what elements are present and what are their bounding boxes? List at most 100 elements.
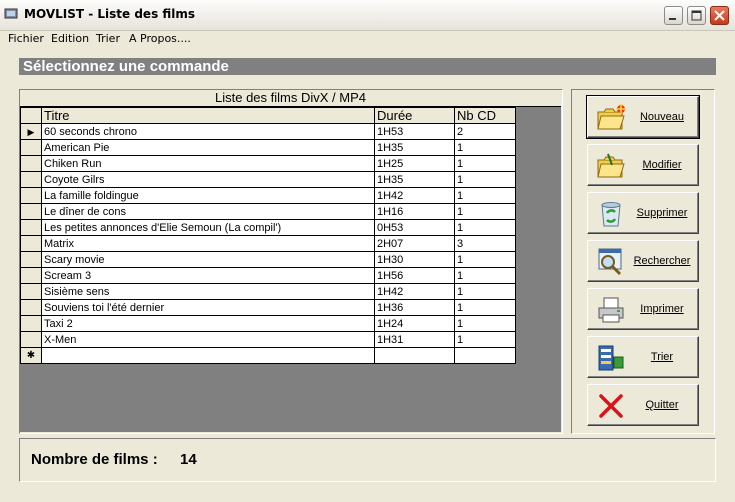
menu-trier[interactable]: Trier [96, 32, 120, 45]
cell-titre[interactable]: Le dîner de cons [41, 203, 375, 220]
cell-duree[interactable]: 1H25 [374, 155, 455, 172]
cell-nbcd[interactable]: 1 [454, 187, 516, 204]
cell-nbcd[interactable]: 1 [454, 251, 516, 268]
title-bar[interactable]: MOVLIST - Liste des films [0, 0, 735, 31]
cell-nbcd[interactable]: 3 [454, 235, 516, 252]
cell-duree[interactable]: 1H30 [374, 251, 455, 268]
table-row[interactable]: Souviens toi l'été dernier 1H36 1 [20, 299, 516, 316]
cell-titre[interactable]: Chiken Run [41, 155, 375, 172]
cell-nbcd[interactable]: 1 [454, 267, 516, 284]
row-selector[interactable] [20, 155, 42, 172]
movies-grid[interactable]: Liste des films DivX / MP4 Titre Durée N… [20, 90, 561, 432]
cell-titre[interactable]: Scary movie [41, 251, 375, 268]
cell-titre[interactable]: La famille foldingue [41, 187, 375, 204]
new-cell-duree[interactable] [374, 347, 455, 364]
table-row[interactable]: ▶ 60 seconds chrono 1H53 2 [20, 123, 516, 140]
cell-duree[interactable]: 1H36 [374, 299, 455, 316]
cell-nbcd[interactable]: 1 [454, 283, 516, 300]
cell-duree[interactable]: 1H35 [374, 171, 455, 188]
row-selector[interactable] [20, 251, 42, 268]
column-header-titre[interactable]: Titre [41, 107, 375, 124]
table-row[interactable]: La famille foldingue 1H42 1 [20, 187, 516, 204]
table-row[interactable]: Taxi 2 1H24 1 [20, 315, 516, 332]
close-button[interactable] [710, 6, 729, 25]
table-row[interactable]: Scream 3 1H56 1 [20, 267, 516, 284]
cell-nbcd[interactable]: 1 [454, 315, 516, 332]
imprimer-button[interactable]: Imprimer [587, 288, 699, 330]
new-cell-nbcd[interactable] [454, 347, 516, 364]
row-selector[interactable] [20, 219, 42, 236]
cell-nbcd[interactable]: 1 [454, 203, 516, 220]
cell-duree[interactable]: 1H35 [374, 139, 455, 156]
quitter-button[interactable]: Quitter [587, 384, 699, 426]
maximize-button[interactable] [687, 6, 706, 25]
menu-edition[interactable]: Edition [51, 32, 89, 45]
imprimer-label: Imprimer [640, 303, 684, 315]
nouveau-button[interactable]: Nouveau [586, 95, 700, 139]
cell-duree[interactable]: 1H56 [374, 267, 455, 284]
minimize-icon [669, 18, 676, 20]
cell-titre[interactable]: Taxi 2 [41, 315, 375, 332]
cell-nbcd[interactable]: 1 [454, 155, 516, 172]
table-row[interactable]: Matrix 2H07 3 [20, 235, 516, 252]
row-selector[interactable] [20, 267, 42, 284]
cell-duree[interactable]: 1H53 [374, 123, 455, 140]
cell-nbcd[interactable]: 1 [454, 219, 516, 236]
modifier-button[interactable]: Modifier [587, 144, 699, 186]
maximize-icon [691, 10, 702, 21]
menu-fichier[interactable]: Fichier [8, 32, 44, 45]
new-record-row[interactable]: ✱ [20, 347, 516, 364]
row-selector[interactable] [20, 203, 42, 220]
cell-nbcd[interactable]: 1 [454, 139, 516, 156]
row-selector[interactable] [20, 283, 42, 300]
cell-duree[interactable]: 1H31 [374, 331, 455, 348]
table-row[interactable]: Le dîner de cons 1H16 1 [20, 203, 516, 220]
cell-titre[interactable]: Souviens toi l'été dernier [41, 299, 375, 316]
menu-a-propos[interactable]: A Propos.... [129, 32, 191, 45]
cell-titre[interactable]: Sisième sens [41, 283, 375, 300]
cell-nbcd[interactable]: 1 [454, 299, 516, 316]
cell-titre[interactable]: X-Men [41, 331, 375, 348]
cell-titre[interactable]: 60 seconds chrono [41, 123, 375, 140]
column-header-duree[interactable]: Durée [374, 107, 455, 124]
cell-duree[interactable]: 1H42 [374, 187, 455, 204]
cell-nbcd[interactable]: 1 [454, 331, 516, 348]
table-row[interactable]: Chiken Run 1H25 1 [20, 155, 516, 172]
trier-button[interactable]: Trier [587, 336, 699, 378]
cell-titre[interactable]: Scream 3 [41, 267, 375, 284]
minimize-button[interactable] [664, 6, 683, 25]
cell-titre[interactable]: Les petites annonces d'Elie Semoun (La c… [41, 219, 375, 236]
row-selector[interactable] [20, 139, 42, 156]
movies-table[interactable]: Titre Durée Nb CD ▶ 60 seconds chrono 1H53… [20, 107, 516, 364]
cell-titre[interactable]: Matrix [41, 235, 375, 252]
row-selector[interactable] [20, 331, 42, 348]
table-row[interactable]: Les petites annonces d'Elie Semoun (La c… [20, 219, 516, 236]
supprimer-button[interactable]: Supprimer [587, 192, 699, 234]
new-row-marker[interactable]: ✱ [20, 347, 42, 364]
new-cell-titre[interactable] [41, 347, 375, 364]
printer-icon [598, 297, 624, 323]
table-row[interactable]: Sisième sens 1H42 1 [20, 283, 516, 300]
cell-duree[interactable]: 1H16 [374, 203, 455, 220]
cell-nbcd[interactable]: 2 [454, 123, 516, 140]
table-row[interactable]: Coyote Gilrs 1H35 1 [20, 171, 516, 188]
cell-titre[interactable]: American Pie [41, 139, 375, 156]
row-selector[interactable] [20, 299, 42, 316]
table-row[interactable]: Scary movie 1H30 1 [20, 251, 516, 268]
cell-duree[interactable]: 2H07 [374, 235, 455, 252]
table-row[interactable]: X-Men 1H31 1 [20, 331, 516, 348]
cell-duree[interactable]: 0H53 [374, 219, 455, 236]
row-selector[interactable] [20, 315, 42, 332]
cell-nbcd[interactable]: 1 [454, 171, 516, 188]
cell-duree[interactable]: 1H24 [374, 315, 455, 332]
row-selector[interactable]: ▶ [20, 123, 42, 140]
table-row[interactable]: American Pie 1H35 1 [20, 139, 516, 156]
cell-duree[interactable]: 1H42 [374, 283, 455, 300]
row-selector[interactable] [20, 235, 42, 252]
row-selector[interactable] [20, 187, 42, 204]
cell-titre[interactable]: Coyote Gilrs [41, 171, 375, 188]
sort-icon [598, 345, 624, 371]
column-header-nbcd[interactable]: Nb CD [454, 107, 516, 124]
rechercher-button[interactable]: Rechercher [587, 240, 699, 282]
row-selector[interactable] [20, 171, 42, 188]
